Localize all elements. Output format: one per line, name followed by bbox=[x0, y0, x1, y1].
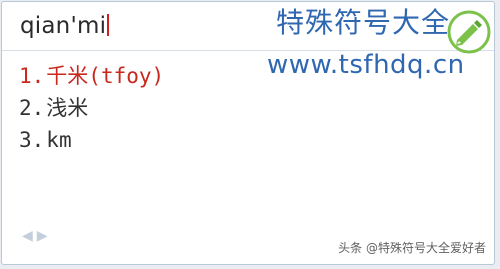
pinyin-text: qian'mi bbox=[20, 13, 107, 39]
page-navigation: ◀▶ bbox=[22, 228, 52, 244]
text-caret bbox=[107, 14, 110, 36]
candidate-1-text: 千米(tfoy) bbox=[46, 64, 165, 88]
candidate-1[interactable]: 1.千米(tfoy) bbox=[19, 60, 164, 92]
footer-attribution: 头条 @特殊符号大全爱好者 bbox=[338, 241, 486, 255]
candidate-2-number: 2. bbox=[19, 96, 45, 120]
candidate-1-number: 1. bbox=[19, 64, 45, 88]
pinyin-input[interactable]: qian'mi bbox=[20, 13, 110, 39]
watermark-url: www.tsfhdq.cn bbox=[267, 50, 465, 80]
candidate-list: 1.千米(tfoy) 2.浅米 3.km bbox=[19, 60, 164, 156]
candidate-3-number: 3. bbox=[19, 128, 45, 152]
ime-candidate-window: qian'mi 特殊符号大全 www.tsfhdq.cn 1.千米(tfoy) … bbox=[1, 1, 495, 265]
prev-page-icon[interactable]: ◀ bbox=[22, 228, 37, 244]
watermark-title: 特殊符号大全 bbox=[276, 6, 451, 39]
candidate-2[interactable]: 2.浅米 bbox=[19, 92, 164, 124]
candidate-3[interactable]: 3.km bbox=[19, 124, 164, 156]
next-page-icon[interactable]: ▶ bbox=[37, 228, 52, 244]
pencil-logo-icon bbox=[447, 10, 491, 54]
candidate-3-text: km bbox=[46, 128, 72, 152]
candidate-2-text: 浅米 bbox=[46, 96, 89, 120]
